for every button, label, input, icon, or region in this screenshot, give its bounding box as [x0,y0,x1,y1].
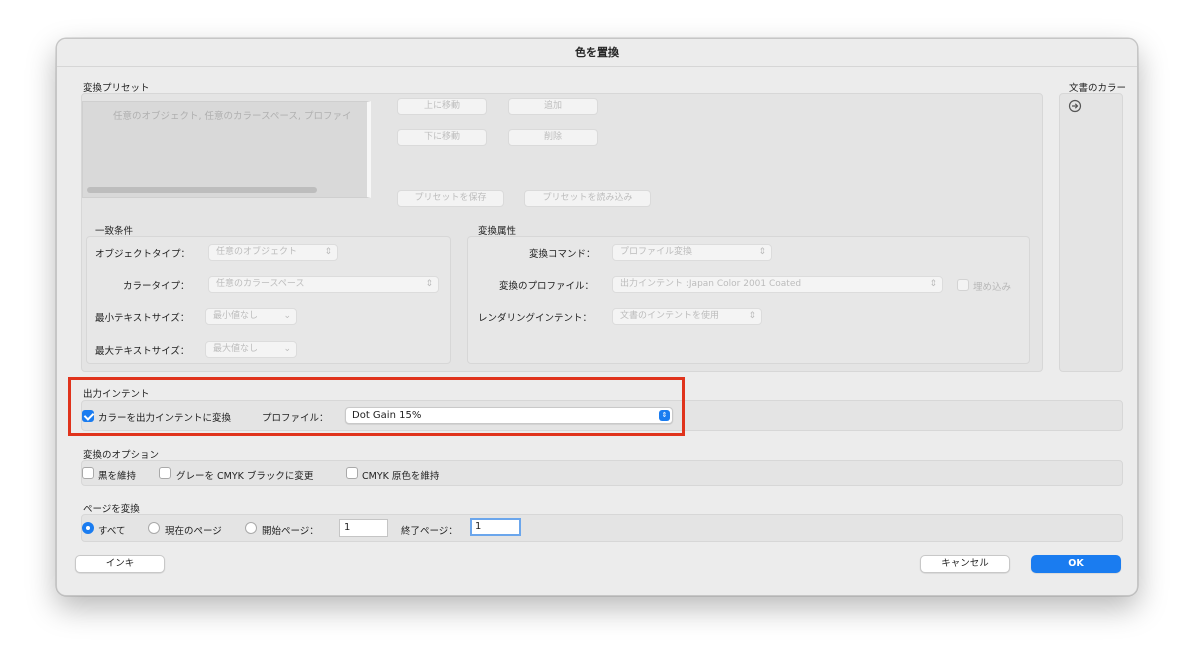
keep-black-label: 黒を維持 [98,471,137,482]
cancel-button[interactable]: キャンセル [920,555,1010,573]
keep-cmyk-primaries-checkbox[interactable] [346,467,358,479]
conversion-profile-select[interactable]: 出力インテント :Japan Color 2001 Coated ⇕ [612,276,943,293]
conversion-attributes-label: 変換属性 [478,226,517,237]
load-preset-button[interactable]: プリセットを読み込み [524,190,651,207]
output-profile-select[interactable]: Dot Gain 15% ⇕ [345,407,673,424]
document-colors-label: 文書のカラー [1069,83,1127,94]
chevron-updown-icon: ⇕ [425,279,433,289]
gray-to-cmyk-black-label: グレーを CMYK ブラックに変更 [176,471,314,482]
rendering-intent-value: 文書のインテントを使用 [620,311,720,321]
current-page-label: 現在のページ [165,526,222,537]
conversion-profile-label: 変換のプロファイル： [499,281,595,292]
convert-to-output-intent-label: カラーを出力インテントに変換 [98,413,232,424]
chevron-updown-icon: ⇕ [748,311,756,321]
embed-checkbox[interactable] [957,279,969,291]
output-profile-label: プロファイル： [262,413,329,424]
save-preset-button[interactable]: プリセットを保存 [397,190,504,207]
output-profile-value: Dot Gain 15% [352,410,422,421]
current-page-radio[interactable] [148,522,160,534]
add-preset-button[interactable]: 追加 [508,98,598,115]
max-text-size-label: 最大テキストサイズ： [95,346,190,357]
chevron-updown-icon: ⇕ [659,410,670,421]
convert-pages-group [81,514,1123,542]
embed-label: 埋め込み [973,282,1012,293]
conversion-command-label: 変換コマンド： [529,249,596,260]
ink-button[interactable]: インキ [75,555,165,573]
rendering-intent-label: レンダリングインテント： [478,313,593,324]
chevron-updown-icon: ⇕ [758,247,766,257]
replace-color-dialog: 色を置換 変換プリセット 任意のオブジェクト, 任意のカラースペース, プロファ… [56,38,1138,596]
start-page-input[interactable]: 1 [339,519,388,537]
color-type-select[interactable]: 任意のカラースペース ⇕ [208,276,439,293]
preset-list[interactable]: 任意のオブジェクト, 任意のカラースペース, プロファイ [82,101,371,198]
convert-pages-label: ページを変換 [83,504,140,515]
keep-black-checkbox[interactable] [82,467,94,479]
conversion-command-value: プロファイル変換 [620,247,693,257]
output-intent-label: 出力インテント [83,389,150,400]
chevron-updown-icon: ⇕ [324,247,332,257]
max-text-size-combo[interactable]: 最大値なし ⌄ [205,341,297,358]
color-type-label: カラータイプ： [123,281,190,292]
arrow-right-circle-icon[interactable] [1068,99,1082,116]
min-text-size-label: 最小テキストサイズ： [95,313,190,324]
dialog-title: 色を置換 [57,39,1137,67]
chevron-down-icon: ⌄ [283,311,291,321]
min-text-size-value: 最小値なし [213,311,259,321]
conversion-command-select[interactable]: プロファイル変換 ⇕ [612,244,772,261]
convert-to-output-intent-checkbox[interactable] [82,410,94,422]
move-up-button[interactable]: 上に移動 [397,98,487,115]
rendering-intent-select[interactable]: 文書のインテントを使用 ⇕ [612,308,762,325]
conversion-profile-value: 出力インテント :Japan Color 2001 Coated [620,279,802,289]
end-page-input[interactable]: 1 [470,518,521,536]
start-page-radio[interactable] [245,522,257,534]
object-type-value: 任意のオブジェクト [216,247,298,257]
match-conditions-label: 一致条件 [95,226,134,237]
chevron-updown-icon: ⇕ [929,279,937,289]
preset-list-scrollbar[interactable] [87,187,317,193]
max-text-size-value: 最大値なし [213,344,259,354]
end-page-label: 終了ページ： [401,526,458,537]
object-type-label: オブジェクトタイプ： [95,249,191,260]
object-type-select[interactable]: 任意のオブジェクト ⇕ [208,244,338,261]
keep-cmyk-primaries-label: CMYK 原色を維持 [362,471,440,482]
gray-to-cmyk-black-checkbox[interactable] [159,467,171,479]
min-text-size-combo[interactable]: 最小値なし ⌄ [205,308,297,325]
start-page-label: 開始ページ： [262,526,319,537]
presets-section-label: 変換プリセット [83,83,150,94]
preset-list-item[interactable]: 任意のオブジェクト, 任意のカラースペース, プロファイ [113,108,351,122]
conversion-options-label: 変換のオプション [83,450,160,461]
move-down-button[interactable]: 下に移動 [397,129,487,146]
ok-button[interactable]: OK [1031,555,1121,573]
color-type-value: 任意のカラースペース [216,279,305,289]
chevron-down-icon: ⌄ [283,344,291,354]
all-pages-radio[interactable] [82,522,94,534]
document-colors-panel [1059,93,1123,372]
all-pages-label: すべて [98,526,126,537]
delete-preset-button[interactable]: 削除 [508,129,598,146]
